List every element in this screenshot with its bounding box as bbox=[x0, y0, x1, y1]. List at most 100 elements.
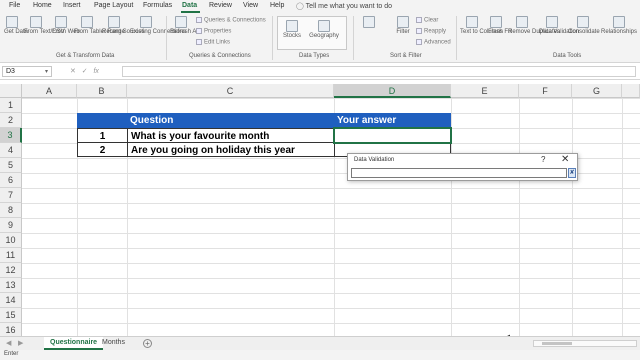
help-icon[interactable]: ? bbox=[541, 155, 545, 164]
sort-az-button[interactable] bbox=[362, 16, 376, 29]
data-validation-button[interactable]: Data Validation bbox=[539, 16, 579, 36]
tab-file[interactable]: File bbox=[9, 2, 20, 9]
reapply-button[interactable]: Reapply bbox=[416, 28, 446, 35]
column-header-d[interactable]: D bbox=[334, 84, 451, 98]
sheet-tab-months[interactable]: Months bbox=[96, 337, 131, 350]
advanced-button[interactable]: Advanced bbox=[416, 39, 451, 46]
text-to-columns-button[interactable]: Text to Columns bbox=[460, 16, 503, 36]
source-range-input[interactable] bbox=[351, 168, 567, 178]
expand-dialog-icon[interactable]: ✘ bbox=[568, 168, 576, 178]
menu-bar: File Home Insert Page Layout Formulas Da… bbox=[0, 0, 640, 13]
spreadsheet-grid[interactable]: A B C D E F G 1 2 3 4 5 6 7 8 9 10 11 12… bbox=[0, 84, 640, 336]
clear-label: Clear bbox=[424, 17, 439, 24]
row-header-2[interactable]: 2 bbox=[0, 113, 22, 128]
chevron-down-icon[interactable]: ▾ bbox=[45, 67, 48, 77]
row-header-4[interactable]: 4 bbox=[0, 143, 22, 158]
fx-icon[interactable]: fx bbox=[93, 68, 98, 75]
from-web-button[interactable]: From Web bbox=[52, 16, 80, 36]
tab-home[interactable]: Home bbox=[33, 2, 52, 9]
gridline-v bbox=[622, 98, 623, 336]
from-table-button[interactable]: From Table/ Range bbox=[74, 16, 125, 36]
flash-fill-button[interactable]: Flash Fill bbox=[488, 16, 512, 36]
geography-button[interactable]: Geography bbox=[309, 20, 339, 40]
get-data-button[interactable]: Get Data bbox=[4, 16, 28, 36]
tab-page-layout[interactable]: Page Layout bbox=[94, 2, 133, 9]
name-box[interactable]: D3 ▾ bbox=[2, 66, 52, 77]
edit-links-button[interactable]: Edit Links bbox=[196, 39, 230, 46]
existing-connections-button[interactable]: Existing Connections bbox=[130, 16, 186, 36]
tab-insert[interactable]: Insert bbox=[63, 2, 81, 9]
formula-input[interactable] bbox=[122, 66, 636, 77]
row-header-10[interactable]: 10 bbox=[0, 233, 22, 248]
row-header-7[interactable]: 7 bbox=[0, 188, 22, 203]
properties-button[interactable]: Properties bbox=[196, 28, 231, 35]
queries-connections-label: Queries & Connections bbox=[204, 17, 266, 24]
formula-bar: D3 ▾ ✕ ✓ fx bbox=[0, 64, 640, 80]
row-header-11[interactable]: 11 bbox=[0, 248, 22, 263]
scroll-left-icon[interactable]: ◀ bbox=[6, 339, 11, 347]
close-icon[interactable]: ✕ bbox=[561, 154, 569, 165]
tell-me-search[interactable]: ◯ Tell me what you want to do bbox=[296, 2, 392, 10]
column-header-a[interactable]: A bbox=[22, 84, 77, 98]
bank-icon bbox=[286, 20, 298, 32]
column-header-h[interactable] bbox=[622, 84, 640, 98]
row-header-16[interactable]: 16 bbox=[0, 323, 22, 336]
horizontal-scrollbar[interactable] bbox=[533, 340, 637, 347]
queries-connections-button[interactable]: Queries & Connections bbox=[196, 17, 266, 24]
row-header-12[interactable]: 12 bbox=[0, 263, 22, 278]
consolidate-label: Consolidate bbox=[568, 29, 600, 35]
tell-me-text: Tell me what you want to do bbox=[305, 3, 393, 10]
refresh-all-button[interactable]: Refresh All bbox=[170, 16, 199, 36]
sheet-tab-questionnaire[interactable]: Questionnaire bbox=[44, 337, 104, 350]
tab-view[interactable]: View bbox=[243, 2, 258, 9]
filter-button[interactable]: Filter bbox=[395, 16, 411, 36]
remove-duplicates-button[interactable]: Remove Duplicates bbox=[508, 16, 560, 36]
queries-icon bbox=[196, 17, 202, 23]
connections-icon bbox=[140, 16, 152, 28]
row-header-6[interactable]: 6 bbox=[0, 173, 22, 188]
row-header-1[interactable]: 1 bbox=[0, 98, 22, 113]
add-sheet-button[interactable]: + bbox=[143, 339, 152, 348]
check-icon[interactable]: ✓ bbox=[82, 68, 88, 75]
column-header-b[interactable]: B bbox=[77, 84, 127, 98]
cancel-icon[interactable]: ✕ bbox=[70, 68, 76, 75]
row-header-3[interactable]: 3 bbox=[0, 128, 22, 143]
clear-button[interactable]: Clear bbox=[416, 17, 438, 24]
table-cell-number[interactable]: 2 bbox=[77, 142, 128, 157]
table-cell-question[interactable]: What is your favourite month bbox=[127, 128, 335, 143]
scroll-right-icon[interactable]: ▶ bbox=[18, 339, 23, 347]
table-header-question[interactable]: Question bbox=[127, 113, 334, 128]
status-bar: Enter bbox=[0, 350, 640, 360]
column-header-g[interactable]: G bbox=[572, 84, 622, 98]
name-box-value: D3 bbox=[6, 68, 15, 75]
relationships-icon bbox=[613, 16, 625, 28]
table-header-number[interactable] bbox=[77, 113, 127, 128]
row-header-5[interactable]: 5 bbox=[0, 158, 22, 173]
tab-help[interactable]: Help bbox=[270, 2, 284, 9]
stocks-button[interactable]: Stocks bbox=[281, 20, 303, 40]
consolidate-button[interactable]: Consolidate bbox=[568, 16, 600, 36]
tab-formulas[interactable]: Formulas bbox=[143, 2, 172, 9]
table-cell-question[interactable]: Are you going on holiday this year bbox=[127, 142, 335, 157]
from-text-button[interactable]: From Text/CSV bbox=[24, 16, 65, 36]
column-header-e[interactable]: E bbox=[451, 84, 519, 98]
row-header-14[interactable]: 14 bbox=[0, 293, 22, 308]
recent-sources-button[interactable]: Recent Sources bbox=[102, 16, 145, 36]
stocks-label: Stocks bbox=[282, 33, 301, 39]
tab-data[interactable]: Data bbox=[182, 2, 197, 9]
row-header-8[interactable]: 8 bbox=[0, 203, 22, 218]
scrollbar-thumb[interactable] bbox=[542, 342, 572, 345]
row-header-9[interactable]: 9 bbox=[0, 218, 22, 233]
tab-review[interactable]: Review bbox=[209, 2, 232, 9]
row-header-15[interactable]: 15 bbox=[0, 308, 22, 323]
column-header-f[interactable]: F bbox=[519, 84, 572, 98]
filter-label: Filter bbox=[396, 29, 410, 35]
relationships-button[interactable]: Relationships bbox=[600, 16, 638, 36]
select-all-corner[interactable] bbox=[0, 84, 22, 98]
group-queries: Queries & Connections bbox=[189, 53, 251, 59]
row-header-13[interactable]: 13 bbox=[0, 278, 22, 293]
table-cell-number[interactable]: 1 bbox=[77, 128, 128, 143]
recent-icon bbox=[108, 16, 120, 28]
table-header-answer[interactable]: Your answer bbox=[334, 113, 451, 128]
column-header-c[interactable]: C bbox=[127, 84, 334, 98]
